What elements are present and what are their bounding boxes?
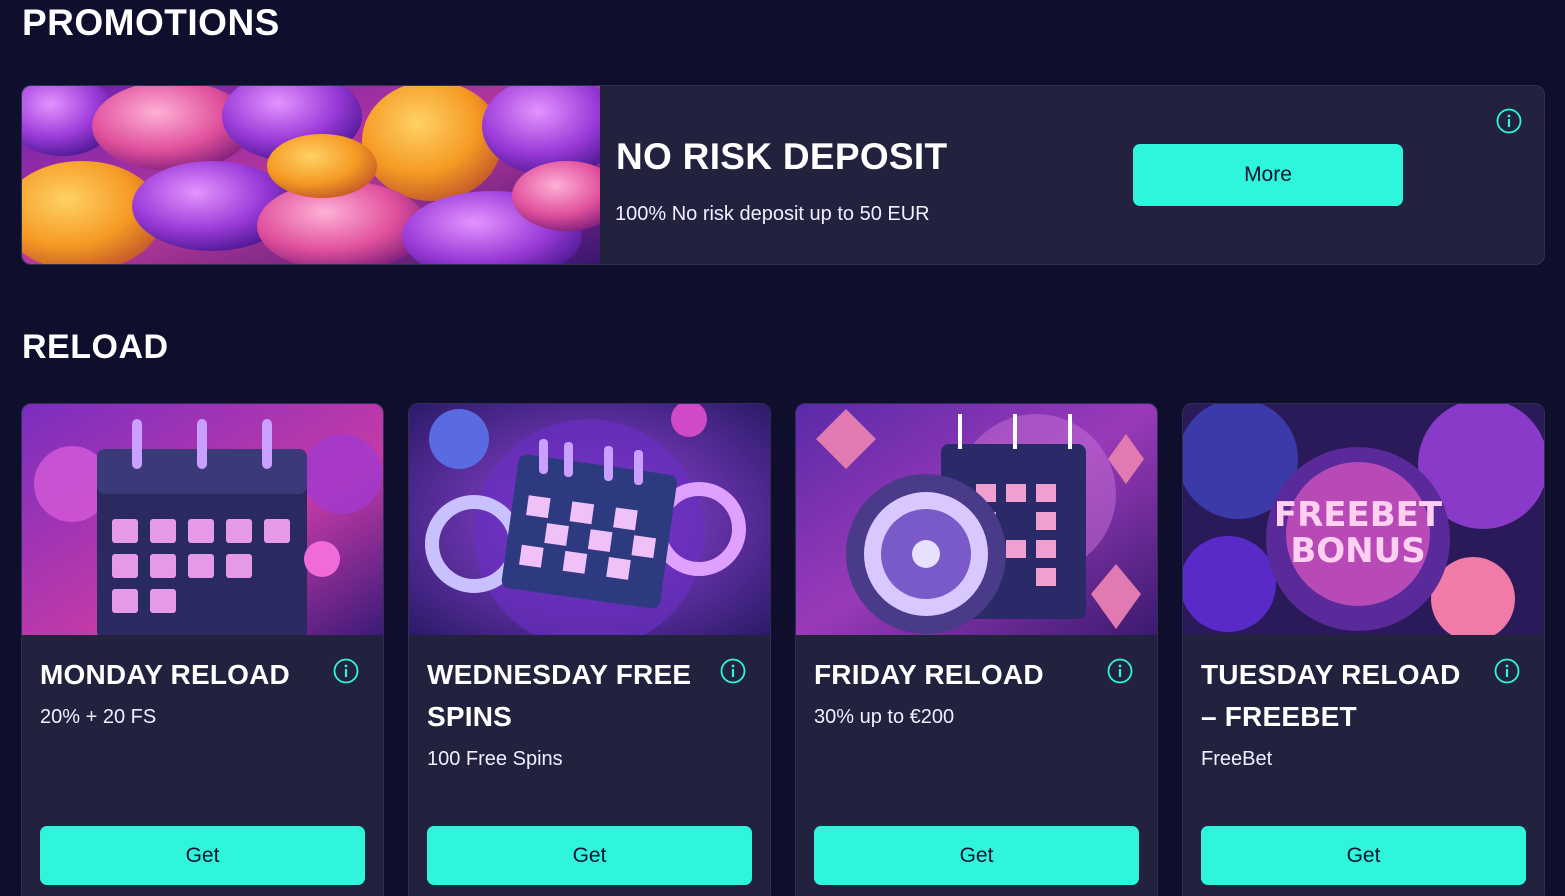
get-button[interactable]: Get	[40, 826, 365, 885]
roulette-calendar-image	[796, 404, 1157, 635]
promo-card-wednesday-free-spins: WEDNESDAY FREE SPINS 100 Free Spins Get	[408, 403, 771, 896]
freebet-balls-image: FREEBET BONUS	[1183, 404, 1544, 635]
card-description: 20% + 20 FS	[40, 706, 157, 728]
card-title: FRIDAY RELOAD	[814, 659, 1044, 690]
promotions-heading: PROMOTIONS	[22, 2, 280, 43]
reload-heading: RELOAD	[22, 328, 169, 366]
featured-promo-title: NO RISK DEPOSIT	[616, 136, 948, 177]
promo-card-friday-reload: FRIDAY RELOAD 30% up to €200 Get	[795, 403, 1158, 896]
card-description: 100 Free Spins	[427, 748, 563, 770]
featured-promo-banner: NO RISK DEPOSIT 100% No risk deposit up …	[21, 85, 1545, 265]
freebet-image-line1: FREEBET	[1274, 495, 1443, 535]
card-title: MONDAY RELOAD	[40, 659, 290, 690]
coins-banner-image	[22, 86, 600, 264]
info-icon[interactable]	[1107, 658, 1133, 684]
card-title: WEDNESDAY FREE SPINS	[427, 659, 692, 732]
get-button[interactable]: Get	[1201, 826, 1526, 885]
get-button[interactable]: Get	[427, 826, 752, 885]
card-title: TUESDAY RELOAD – FREEBET	[1201, 659, 1461, 732]
info-icon[interactable]	[720, 658, 746, 684]
info-icon[interactable]	[1494, 658, 1520, 684]
info-icon[interactable]	[1496, 108, 1522, 134]
info-icon[interactable]	[333, 658, 359, 684]
card-description: 30% up to €200	[814, 706, 955, 728]
calendar-chips-image	[409, 404, 770, 635]
freebet-image-line2: BONUS	[1290, 531, 1425, 571]
calendar-image	[22, 404, 383, 635]
featured-promo-description: 100% No risk deposit up to 50 EUR	[615, 203, 930, 225]
card-description: FreeBet	[1201, 748, 1273, 770]
promo-card-monday-reload: MONDAY RELOAD 20% + 20 FS Get	[21, 403, 384, 896]
more-button[interactable]: More	[1133, 144, 1403, 206]
promotions-page: PROMOTIONS NO RISK DEPOSIT 100% No risk …	[0, 0, 1565, 896]
get-button[interactable]: Get	[814, 826, 1139, 885]
promo-card-tuesday-reload-freebet: FREEBET BONUS TUESDAY RELOAD – FREEBET F…	[1182, 403, 1545, 896]
